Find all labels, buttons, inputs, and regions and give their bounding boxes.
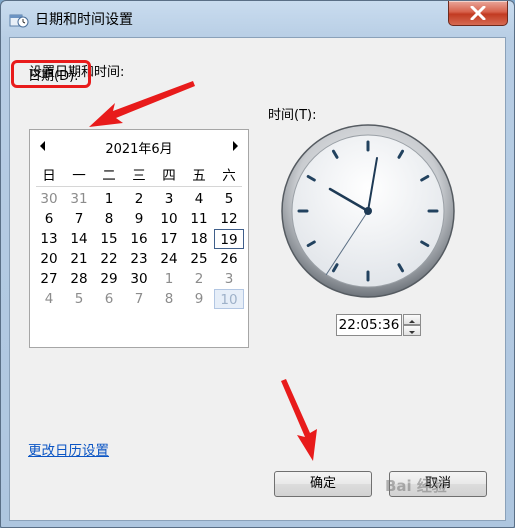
weekday-header: 五 — [192, 168, 206, 184]
calendar-day[interactable]: 6 — [94, 289, 124, 309]
date-time-app-icon — [9, 11, 29, 29]
weekday-header: 日 — [42, 168, 56, 184]
weekday-header: 二 — [102, 168, 116, 184]
date-time-settings-window: 日期和时间设置 设置日期和时间: 日期(D): 时间(T): 2021年6月 日… — [0, 0, 515, 528]
calendar-day[interactable]: 13 — [34, 229, 64, 249]
weekday-header: 四 — [162, 168, 176, 184]
change-calendar-settings-link[interactable]: 更改日历设置 — [28, 439, 109, 459]
calendar-day[interactable]: 5 — [64, 289, 94, 309]
triangle-right-icon — [233, 141, 238, 151]
title-bar[interactable]: 日期和时间设置 — [1, 1, 514, 37]
cancel-button[interactable]: 取消 — [389, 471, 487, 497]
calendar-day[interactable]: 11 — [184, 209, 214, 229]
calendar-day[interactable]: 17 — [154, 229, 184, 249]
calendar-day-current[interactable]: 19 — [214, 229, 244, 249]
calendar-day[interactable]: 5 — [214, 189, 244, 209]
calendar-day[interactable]: 1 — [154, 269, 184, 289]
triangle-down-icon — [409, 331, 415, 334]
calendar-day[interactable]: 29 — [94, 269, 124, 289]
spin-up-button[interactable] — [403, 314, 421, 325]
calendar-day[interactable]: 9 — [184, 289, 214, 309]
calendar-day[interactable]: 4 — [184, 189, 214, 209]
window-title: 日期和时间设置 — [35, 12, 133, 28]
calendar-day[interactable]: 1 — [94, 189, 124, 209]
calendar-day[interactable]: 31 — [64, 189, 94, 209]
calendar-day[interactable]: 23 — [124, 249, 154, 269]
calendar-day[interactable]: 12 — [214, 209, 244, 229]
calendar-day[interactable]: 22 — [94, 249, 124, 269]
calendar-day[interactable]: 30 — [34, 189, 64, 209]
calendar-header: 2021年6月 — [30, 130, 248, 160]
calendar-day[interactable]: 28 — [64, 269, 94, 289]
time-spinner[interactable] — [403, 314, 421, 336]
clock-face-icon — [281, 124, 455, 298]
calendar-day[interactable]: 18 — [184, 229, 214, 249]
calendar-day[interactable]: 10 — [154, 209, 184, 229]
calendar-day[interactable]: 7 — [124, 289, 154, 309]
time-input[interactable]: 22:05:36 — [336, 314, 402, 336]
calendar-day[interactable]: 14 — [64, 229, 94, 249]
calendar-day[interactable]: 24 — [154, 249, 184, 269]
calendar-control[interactable]: 2021年6月 日 一 二 三 四 五 六 30 31 1 2 3 4 5 6 … — [29, 129, 249, 348]
calendar-day[interactable]: 27 — [34, 269, 64, 289]
calendar-day[interactable]: 30 — [124, 269, 154, 289]
close-icon — [470, 6, 486, 20]
calendar-day-highlighted[interactable]: 10 — [214, 289, 244, 309]
weekday-header: 一 — [72, 168, 86, 184]
calendar-day[interactable]: 15 — [94, 229, 124, 249]
weekday-header: 六 — [222, 168, 236, 184]
calendar-day[interactable]: 7 — [64, 209, 94, 229]
calendar-day[interactable]: 3 — [214, 269, 244, 289]
close-button[interactable] — [448, 1, 508, 26]
calendar-day[interactable]: 26 — [214, 249, 244, 269]
calendar-day[interactable]: 6 — [34, 209, 64, 229]
time-label: 时间(T): — [268, 108, 317, 123]
calendar-day[interactable]: 3 — [154, 189, 184, 209]
calendar-day[interactable]: 21 — [64, 249, 94, 269]
calendar-day[interactable]: 16 — [124, 229, 154, 249]
calendar-day[interactable]: 8 — [154, 289, 184, 309]
calendar-day[interactable]: 2 — [124, 189, 154, 209]
next-month-button[interactable] — [230, 140, 240, 152]
calendar-day[interactable]: 8 — [94, 209, 124, 229]
calendar-day[interactable]: 9 — [124, 209, 154, 229]
calendar-month-title[interactable]: 2021年6月 — [30, 138, 248, 157]
calendar-day[interactable]: 20 — [34, 249, 64, 269]
weekday-header: 三 — [132, 168, 146, 184]
spin-down-button[interactable] — [403, 325, 421, 336]
calendar-day[interactable]: 25 — [184, 249, 214, 269]
calendar-day[interactable]: 4 — [34, 289, 64, 309]
analog-clock — [280, 123, 456, 303]
date-label: 日期(D): — [28, 69, 79, 84]
ok-button[interactable]: 确定 — [274, 471, 372, 497]
calendar-day[interactable]: 2 — [184, 269, 214, 289]
weekday-divider — [36, 186, 242, 187]
